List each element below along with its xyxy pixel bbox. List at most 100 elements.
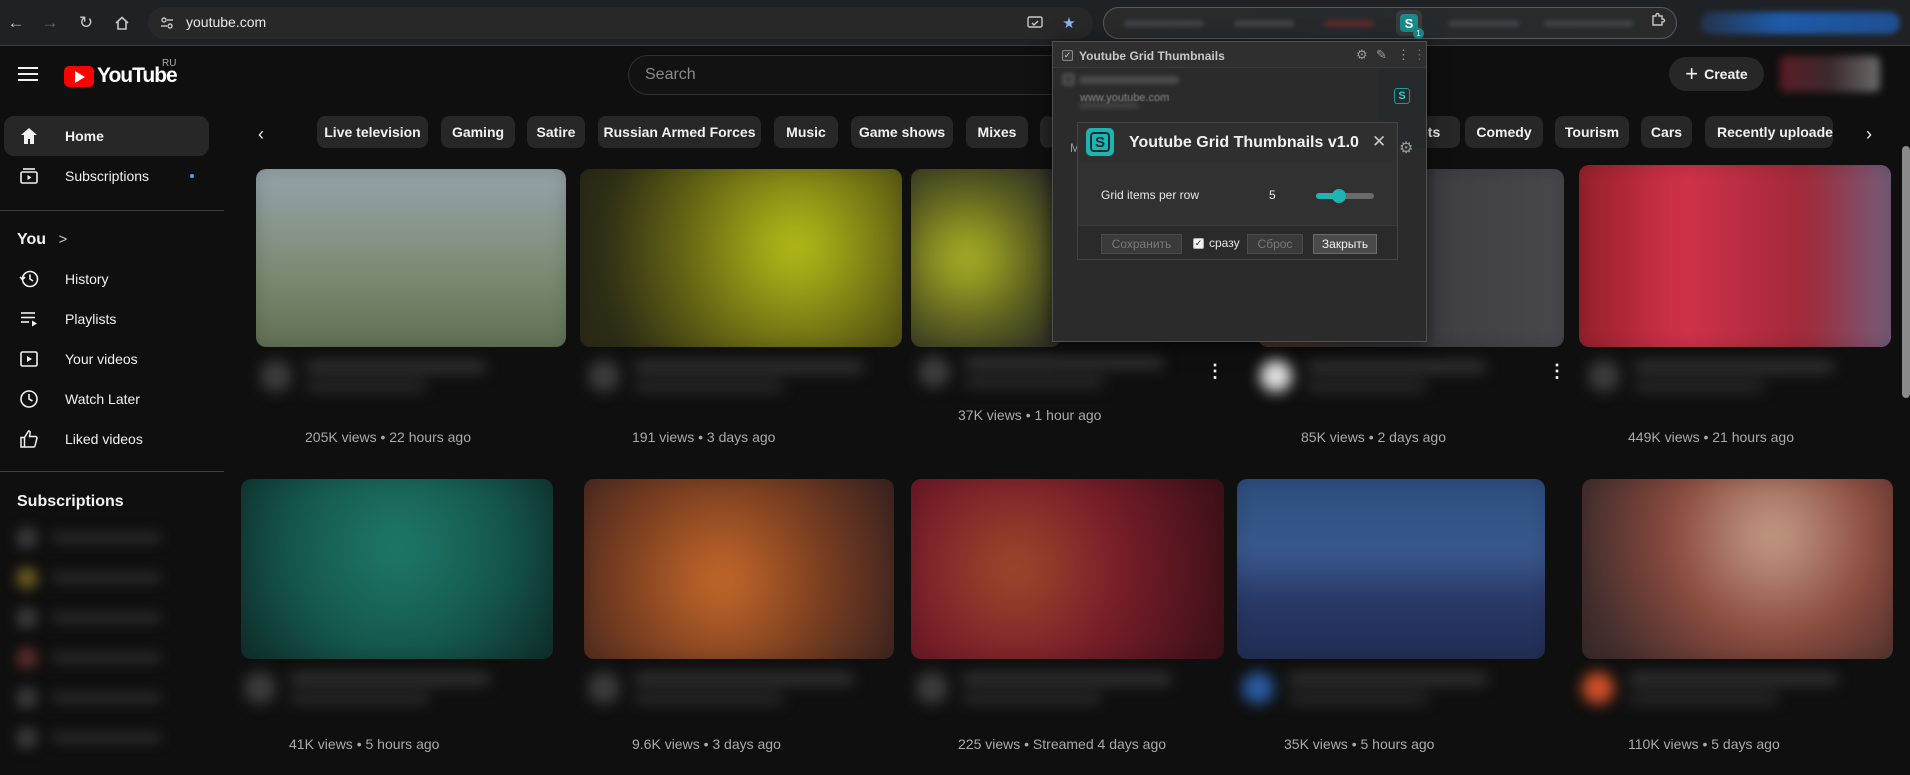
youtube-logo[interactable]: YouTube RU [64,58,178,88]
address-bar[interactable]: youtube.com ★ [148,7,1093,39]
video-thumbnail[interactable] [1579,165,1891,347]
reload-icon[interactable]: ↻ [74,11,98,35]
gear-icon[interactable]: ⚙ [1356,47,1368,63]
video-meta[interactable] [916,672,1196,712]
grid-thumbnails-extension-button[interactable]: S 1 [1396,10,1424,39]
chip[interactable]: Live television [317,116,428,148]
profile-button[interactable] [1700,12,1900,34]
video-meta[interactable] [1588,360,1858,400]
reset-button[interactable]: Сброс [1247,234,1303,254]
video-meta[interactable] [1260,360,1500,400]
sidebar-item-liked-videos[interactable]: Liked videos [4,419,209,459]
sidebar-item-subscriptions[interactable]: Subscriptions [4,156,209,196]
cast-icon[interactable] [1025,13,1045,33]
video-meta[interactable] [1582,672,1872,712]
subscription-channel[interactable] [12,725,182,751]
chip[interactable]: Satire [527,116,585,148]
video-stats: 85K views • 2 days ago [1301,429,1446,445]
video-meta[interactable] [588,360,888,400]
video-thumbnail[interactable] [1237,479,1545,659]
video-meta[interactable] [1242,672,1512,712]
sidebar-item-playlists[interactable]: Playlists [4,299,209,339]
script-logo-icon[interactable]: S [1394,88,1410,104]
extensions-area [1103,7,1677,39]
chip[interactable]: Music [774,116,838,148]
chip[interactable]: Game shows [851,116,953,148]
more-vertical-icon[interactable]: ⋮ [1397,47,1410,63]
subscription-channel[interactable] [12,525,182,551]
page-scrollbar[interactable] [1902,146,1910,398]
more-options-icon[interactable]: ⋮ [1206,361,1224,382]
close-button[interactable]: Закрыть [1313,234,1377,254]
new-content-dot [190,174,194,178]
video-thumbnail[interactable] [580,169,902,347]
playlists-icon [18,308,40,330]
chip[interactable]: Cars [1641,116,1692,148]
sidebar-item-watch-later[interactable]: Watch Later [4,379,209,419]
video-thumbnail[interactable] [911,479,1224,659]
site-settings-icon[interactable] [158,14,176,32]
grid-items-per-row-slider[interactable] [1316,189,1374,203]
chip[interactable]: Recently uploaded [1705,116,1833,148]
chips-scroll-right-icon[interactable]: › [1857,122,1881,146]
grid-settings-dialog: S Youtube Grid Thumbnails v1.0 ✕ Grid it… [1077,122,1398,260]
sidebar-you-heading[interactable]: You > [17,231,67,249]
sidebar-item-label: History [65,271,109,287]
chips-scroll-left-icon[interactable]: ‹ [249,122,273,146]
sidebar-divider [0,210,224,211]
menu-icon[interactable] [16,62,40,86]
extension-badge: 1 [1413,28,1424,39]
subscription-channel[interactable] [12,685,182,711]
video-meta[interactable] [918,356,1198,396]
chip[interactable]: Gaming [441,116,515,148]
chip[interactable]: Comedy [1465,116,1543,148]
edit-icon[interactable]: ✎ [1376,47,1387,63]
dialog-header: S Youtube Grid Thumbnails v1.0 ✕ [1078,123,1397,161]
slider-handle[interactable] [1332,189,1347,203]
subscription-channel[interactable] [12,605,182,631]
search-input[interactable] [645,66,1045,84]
apply-immediately-checkbox[interactable]: ✓ [1193,238,1204,249]
search-box[interactable] [628,55,1068,95]
sidebar-item-history[interactable]: History [4,259,209,299]
close-icon[interactable]: ✕ [1372,132,1386,152]
bookmark-star-icon[interactable]: ★ [1059,13,1079,33]
plus-icon: + [1685,61,1699,86]
video-thumbnail[interactable] [241,479,553,659]
dialog-footer: Сохранить ✓ сразу Сброс Закрыть [1078,225,1397,259]
back-icon[interactable]: ← [4,11,28,35]
subscription-channel[interactable] [12,645,182,671]
sidebar-item-label: Your videos [65,351,138,367]
video-meta[interactable] [588,672,878,712]
grid-items-per-row-value: 5 [1269,188,1276,202]
video-thumbnail[interactable] [584,479,894,659]
extension-popup-header: ✓ Youtube Grid Thumbnails ⚙ ✎ ⋮ ⋮ [1053,42,1426,68]
more-vertical-icon[interactable]: ⋮ [1413,47,1426,63]
gear-icon[interactable]: ⚙ [1399,138,1413,158]
home-icon[interactable] [110,11,134,35]
subscription-channel[interactable] [12,565,182,591]
script-enabled-checkbox[interactable]: ✓ [1062,50,1073,61]
extension-popup-title: Youtube Grid Thumbnails [1079,49,1225,63]
sidebar: Home Subscriptions You > History Playlis… [0,102,224,775]
more-options-icon[interactable]: ⋮ [1548,361,1566,382]
video-thumbnail[interactable] [1582,479,1893,659]
video-thumbnail[interactable] [256,169,566,347]
video-meta[interactable] [260,360,500,400]
you-heading-text: You [17,231,47,248]
clock-icon [18,388,40,410]
video-stats: 35K views • 5 hours ago [1284,736,1435,752]
avatar[interactable] [1780,56,1880,92]
create-button[interactable]: + Create [1669,57,1764,91]
save-button[interactable]: Сохранить [1101,234,1182,254]
chip[interactable]: Mixes [966,116,1028,148]
chip[interactable]: Tourism [1555,116,1629,148]
chip[interactable]: Russian Armed Forces [598,116,761,148]
video-meta[interactable] [244,672,514,712]
forward-icon[interactable]: → [38,11,62,35]
sidebar-item-your-videos[interactable]: Your videos [4,339,209,379]
sidebar-item-home[interactable]: Home [4,116,209,156]
extensions-puzzle-icon[interactable] [1650,12,1666,32]
sidebar-item-label: Subscriptions [65,168,150,184]
video-thumbnail[interactable] [911,169,1061,347]
